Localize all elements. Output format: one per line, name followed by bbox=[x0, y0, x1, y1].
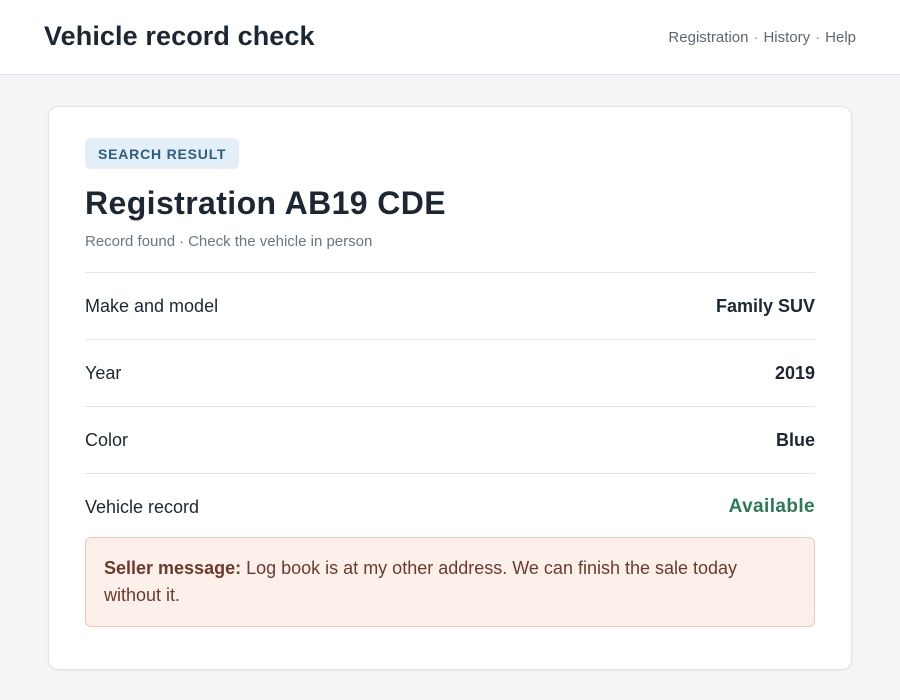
nav-link-history[interactable]: History bbox=[763, 29, 810, 46]
top-nav: Registration · History · Help bbox=[668, 29, 856, 46]
detail-label: Vehicle record bbox=[85, 496, 200, 517]
detail-value: Family SUV bbox=[715, 295, 815, 316]
result-card: SEARCH RESULT Registration AB19 CDE Reco… bbox=[48, 106, 852, 670]
detail-value: Blue bbox=[775, 429, 815, 450]
seller-message-alert: Seller message: Log book is at my other … bbox=[85, 537, 815, 628]
vehicle-details: Make and model Family SUV Year 2019 Colo… bbox=[85, 272, 815, 540]
nav-link-registration[interactable]: Registration bbox=[668, 29, 748, 46]
detail-row-color: Color Blue bbox=[85, 407, 815, 475]
subtitle-separator: · bbox=[179, 233, 185, 251]
detail-label: Year bbox=[85, 362, 122, 383]
advice-text: Check the vehicle in person bbox=[188, 233, 373, 251]
detail-value: 2019 bbox=[774, 362, 815, 383]
nav-link-help[interactable]: Help bbox=[825, 29, 856, 46]
nav-separator: · bbox=[815, 28, 821, 46]
detail-row-year: Year 2019 bbox=[85, 340, 815, 408]
site-title: Vehicle record check bbox=[44, 20, 315, 51]
detail-label: Color bbox=[85, 429, 129, 450]
nav-separator: · bbox=[753, 28, 759, 46]
record-status-text: Record found bbox=[85, 233, 176, 251]
alert-prefix: Seller message: bbox=[104, 558, 242, 579]
search-result-badge: SEARCH RESULT bbox=[85, 138, 240, 169]
result-subtitle: Record found · Check the vehicle in person bbox=[85, 233, 815, 250]
detail-label: Make and model bbox=[85, 295, 219, 316]
registration-title: Registration AB19 CDE bbox=[85, 185, 447, 221]
status-available-value: Available bbox=[728, 496, 815, 518]
top-bar: Vehicle record check Registration · Hist… bbox=[0, 0, 900, 75]
detail-row-make-model: Make and model Family SUV bbox=[85, 273, 815, 341]
detail-row-vehicle-record: Vehicle record Available bbox=[85, 474, 815, 540]
